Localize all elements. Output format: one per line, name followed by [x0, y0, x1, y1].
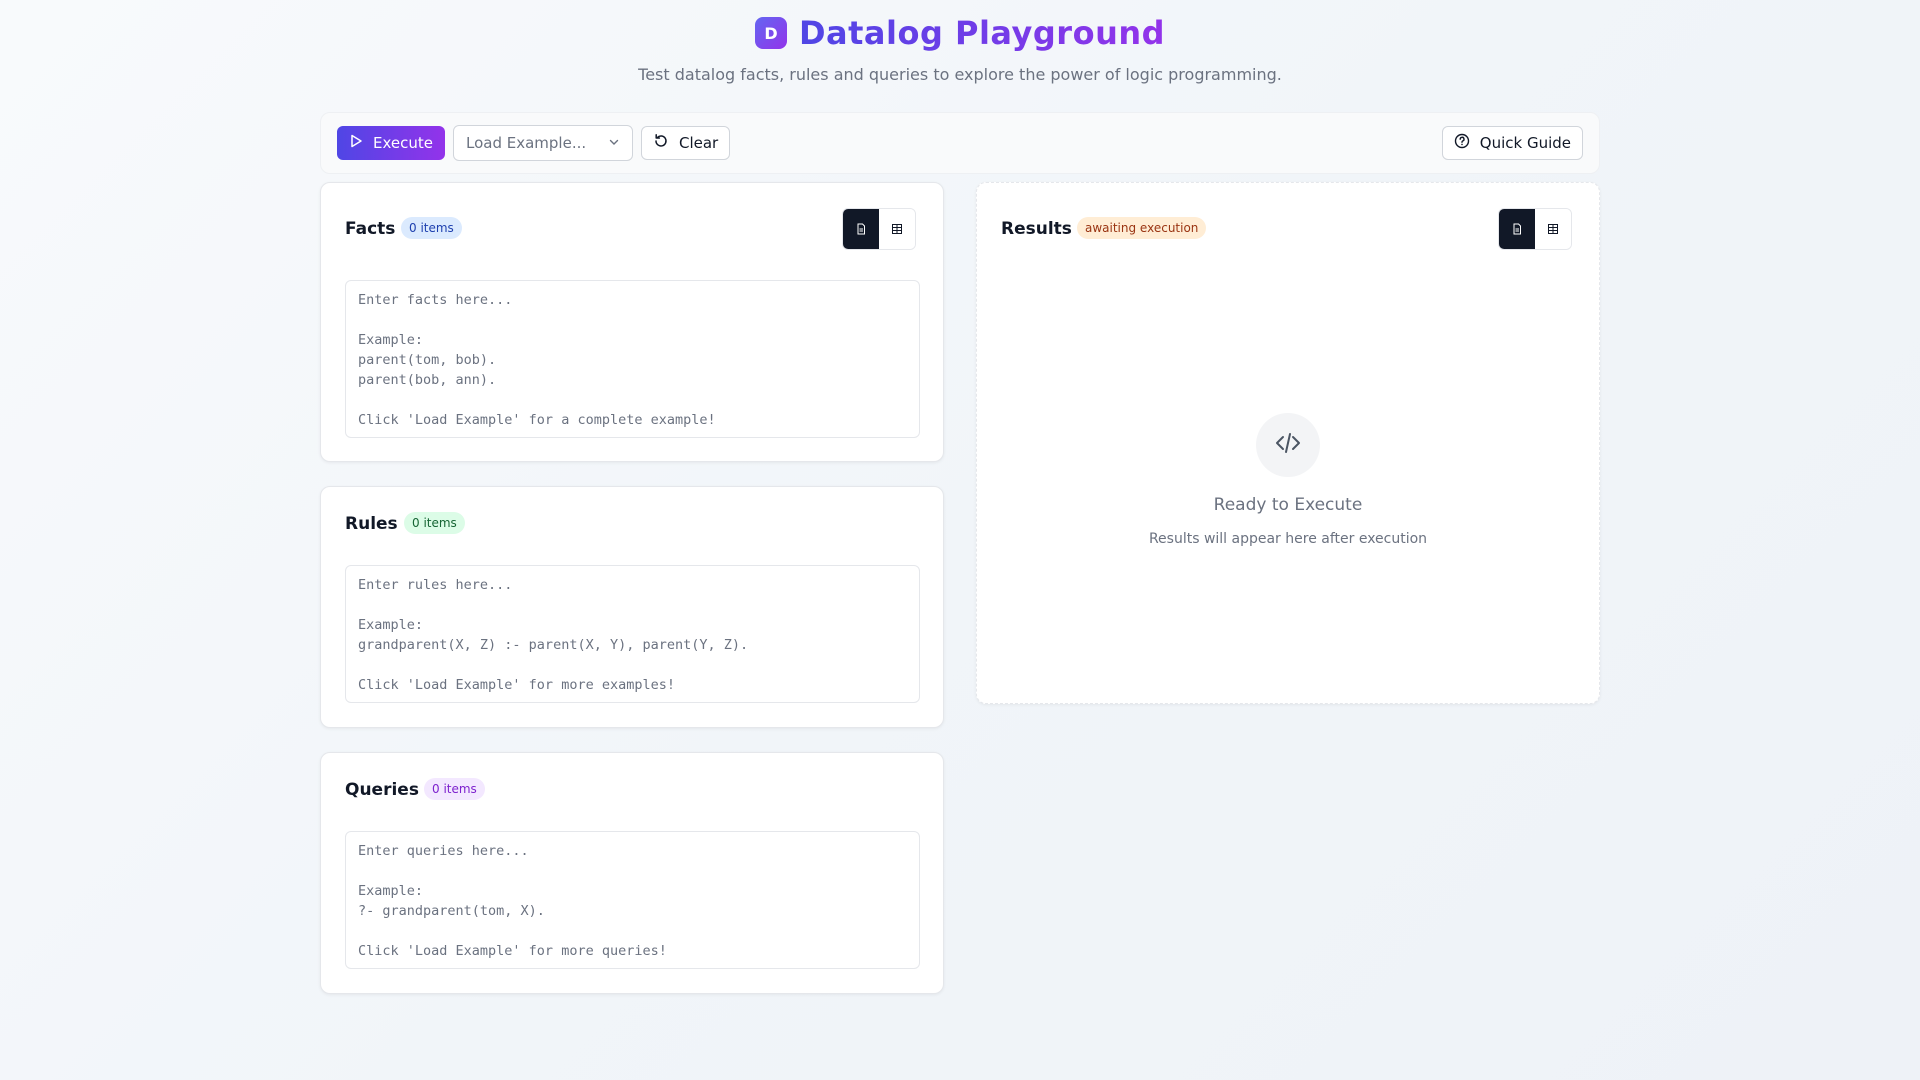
facts-panel: Facts 0 items Enter facts here... Exampl… [320, 182, 944, 462]
results-empty-title: Ready to Execute [1213, 495, 1363, 515]
rules-title: Rules [345, 514, 398, 534]
table-icon [1547, 220, 1559, 239]
results-empty-subtitle: Results will appear here after execution [1148, 531, 1428, 547]
execute-button-label: Execute [373, 134, 433, 152]
chevron-down-icon [608, 134, 620, 152]
rules-editor[interactable]: Enter rules here... Example: grandparent… [345, 565, 920, 703]
results-title: Results [1001, 219, 1072, 239]
facts-view-toggle [842, 208, 916, 250]
quick-guide-label: Quick Guide [1479, 134, 1571, 152]
clear-button[interactable]: Clear [641, 126, 731, 160]
app-logo: D [754, 17, 787, 49]
queries-title: Queries [345, 780, 419, 800]
results-text-view-button[interactable] [1499, 209, 1535, 249]
facts-count-badge: 0 items [401, 217, 462, 239]
page-subtitle: Test datalog facts, rules and queries to… [638, 65, 1282, 84]
results-empty-state: Ready to Execute Results will appear her… [977, 413, 1599, 547]
queries-count-badge: 0 items [424, 778, 485, 800]
file-text-icon [1511, 220, 1523, 239]
help-circle-icon [1454, 133, 1470, 153]
code-icon [1273, 428, 1303, 462]
results-table-view-button[interactable] [1535, 209, 1571, 249]
clear-button-label: Clear [679, 134, 719, 152]
quick-guide-button[interactable]: Quick Guide [1441, 126, 1583, 160]
load-example-placeholder: Load Example... [466, 134, 587, 152]
load-example-select[interactable]: Load Example... [453, 125, 633, 161]
results-view-toggle [1498, 208, 1572, 250]
table-icon [891, 220, 903, 239]
rules-count-badge: 0 items [404, 512, 465, 534]
facts-text-view-button[interactable] [843, 209, 879, 249]
facts-table-view-button[interactable] [879, 209, 915, 249]
results-status-badge: awaiting execution [1077, 217, 1207, 239]
toolbar: Execute Load Example... Clear Quick Guid… [320, 112, 1600, 174]
play-icon [349, 134, 363, 152]
queries-panel: Queries 0 items Enter queries here... Ex… [320, 752, 944, 994]
results-panel: Results awaiting execution Ready to Exec… [976, 182, 1600, 704]
facts-title: Facts [345, 219, 396, 239]
rotate-ccw-icon [653, 133, 669, 153]
title-row: D Datalog Playground [0, 14, 1920, 52]
execute-button[interactable]: Execute [337, 126, 445, 160]
queries-editor[interactable]: Enter queries here... Example: ?- grandp… [345, 831, 920, 969]
facts-editor[interactable]: Enter facts here... Example: parent(tom,… [345, 280, 920, 438]
rules-panel: Rules 0 items Enter rules here... Exampl… [320, 486, 944, 728]
page-title: Datalog Playground [798, 14, 1166, 52]
code-icon-circle [1256, 413, 1320, 477]
file-text-icon [855, 220, 867, 239]
